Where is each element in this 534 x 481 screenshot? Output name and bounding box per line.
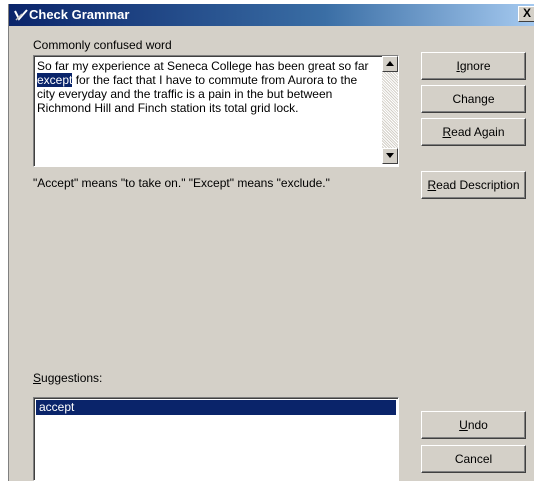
ignore-label: gnore	[459, 59, 491, 73]
vertical-scrollbar[interactable]	[382, 56, 398, 164]
read-description-mnemonic: R	[427, 178, 437, 192]
change-button[interactable]: Change	[421, 85, 526, 113]
suggestions-mnemonic: S	[33, 371, 42, 385]
grammar-check-icon	[14, 9, 28, 21]
highlighted-word: except	[37, 73, 73, 87]
close-button[interactable]: X	[518, 6, 534, 22]
scroll-down-button[interactable]	[382, 148, 398, 164]
read-description-label: ead Description	[436, 178, 520, 192]
window-title: Check Grammar	[29, 7, 130, 22]
cancel-button[interactable]: Cancel	[421, 445, 526, 473]
suggestion-item[interactable]: accept	[36, 400, 396, 415]
text-after: for the fact that I have to commute from…	[37, 73, 358, 115]
scroll-up-button[interactable]	[382, 56, 398, 72]
undo-mnemonic: U	[459, 418, 468, 432]
scroll-down-icon	[386, 153, 394, 158]
sentence-textbox[interactable]: So far my experience at Seneca College h…	[33, 55, 399, 167]
title-bar[interactable]: Check Grammar	[9, 4, 534, 26]
undo-button[interactable]: Undo	[421, 411, 526, 439]
scroll-up-icon	[386, 61, 394, 66]
suggestions-label-rest: uggestions:	[41, 371, 103, 385]
text-before: So far my experience at Seneca College h…	[37, 59, 369, 73]
read-again-mnemonic: R	[442, 125, 452, 139]
undo-label: ndo	[467, 418, 488, 432]
description-text: "Accept" means "to take on." "Except" me…	[33, 176, 330, 190]
check-grammar-dialog: Check Grammar X Commonly confused word S…	[8, 4, 534, 481]
read-again-button[interactable]: Read Again	[421, 118, 526, 146]
suggestions-list[interactable]: accept	[33, 397, 399, 481]
confused-word-label: Commonly confused word	[33, 38, 172, 52]
read-description-button[interactable]: Read Description	[421, 171, 526, 199]
suggestions-label: Suggestions:	[33, 371, 102, 385]
ignore-button[interactable]: Ignore	[421, 52, 526, 80]
read-again-label: ead Again	[451, 125, 505, 139]
sentence-text: So far my experience at Seneca College h…	[37, 59, 377, 115]
